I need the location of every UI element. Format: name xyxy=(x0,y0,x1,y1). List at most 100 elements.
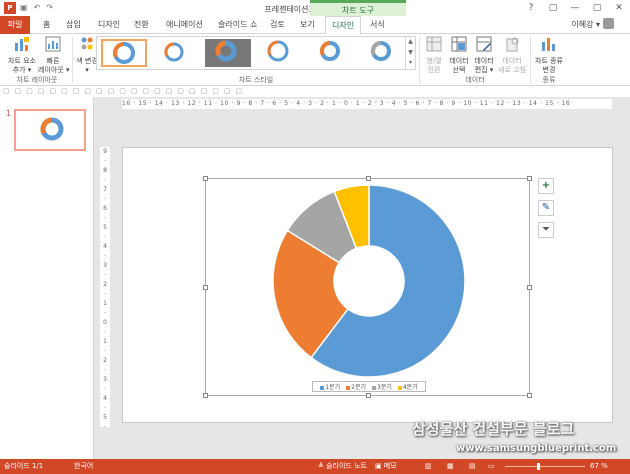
zoom-slider-handle[interactable] xyxy=(537,463,540,470)
switch-row-column-button[interactable]: 행/열 전환 xyxy=(422,36,446,75)
chart-style-6[interactable] xyxy=(361,39,403,67)
tab-file[interactable]: 파일 xyxy=(0,16,30,34)
resize-handle[interactable] xyxy=(203,176,208,181)
toolbar-icon[interactable]: ▢ xyxy=(96,86,103,97)
tab-design[interactable]: 디자인 xyxy=(98,19,120,30)
title-bar: P ▣ ↶ ↷ 프레젠테이션3 - PowerPoint 차트 도구 ? ▢ —… xyxy=(0,0,630,16)
chart-filters-button[interactable]: ⏷ xyxy=(538,222,554,238)
toolbar-icon[interactable]: ▢ xyxy=(119,86,126,97)
chart-style-5[interactable] xyxy=(309,39,355,67)
toolbar-icon[interactable]: ▢ xyxy=(236,86,243,97)
resize-handle[interactable] xyxy=(203,285,208,290)
language-indicator[interactable]: 한국어 xyxy=(74,459,93,474)
notes-button[interactable]: ≜ 슬라이드 노트 xyxy=(318,459,367,474)
slideshow-icon[interactable]: ▭ xyxy=(488,459,495,474)
chart-style-4[interactable] xyxy=(257,39,303,67)
tab-chart-design[interactable]: 디자인 xyxy=(325,16,362,35)
select-data-label: 데이터 선택 xyxy=(449,57,469,74)
legend-swatch xyxy=(346,385,351,390)
ribbon-display-icon[interactable]: ▢ xyxy=(542,0,564,16)
filter-icon: ⏷ xyxy=(542,224,550,235)
minimize-button[interactable]: — xyxy=(564,0,586,16)
toolbar-icon[interactable]: ▢ xyxy=(38,86,45,97)
tab-slideshow[interactable]: 슬라이드 쇼 xyxy=(218,19,257,30)
chart-area[interactable]: 1분기 2분기 3분기 4분기 xyxy=(203,176,532,398)
chart-style-1[interactable] xyxy=(101,39,147,67)
toolbar-icon[interactable]: ▢ xyxy=(201,86,208,97)
toolbar-icon[interactable]: ▢ xyxy=(15,86,22,97)
toolbar-icon[interactable]: ▢ xyxy=(73,86,80,97)
legend-entry[interactable]: 4분기 xyxy=(397,382,418,391)
tab-insert[interactable]: 삽입 xyxy=(66,19,81,30)
reading-view-icon[interactable]: ▤ xyxy=(469,459,476,474)
tab-home[interactable]: 홈 xyxy=(43,19,50,30)
legend-entry[interactable]: 1분기 xyxy=(320,382,340,391)
tab-animations[interactable]: 애니메이션 xyxy=(166,19,203,30)
avatar[interactable] xyxy=(603,18,614,29)
legend-entry[interactable]: 2분기 xyxy=(346,382,366,391)
add-chart-element-button[interactable]: 차트 요소 추가 ▾ xyxy=(4,36,40,75)
toolbar-icon[interactable]: ▢ xyxy=(61,86,68,97)
maximize-button[interactable]: ▢ xyxy=(586,0,608,16)
normal-view-icon[interactable]: ▥ xyxy=(425,459,432,474)
change-chart-type-button[interactable]: 차트 종류 변경 xyxy=(533,36,565,75)
zoom-level[interactable]: 67 % xyxy=(590,459,608,474)
toolbar-icon[interactable]: ▢ xyxy=(143,86,150,97)
resize-handle[interactable] xyxy=(366,176,371,181)
resize-handle[interactable] xyxy=(203,393,208,398)
quick-layout-button[interactable]: 빠른 레이아웃 ▾ xyxy=(38,36,70,75)
toolbar-icon[interactable]: ▢ xyxy=(212,86,219,97)
toolbar-icon[interactable]: ▢ xyxy=(84,86,91,97)
slide-thumbnail[interactable] xyxy=(14,109,86,151)
toolbar-icon[interactable]: ▢ xyxy=(189,86,196,97)
chart-styles-group-label: 차트 스타일 xyxy=(238,76,274,84)
doughnut-chart[interactable] xyxy=(206,179,531,397)
select-data-button[interactable]: 데이터 선택 xyxy=(447,36,471,75)
toolbar-icon[interactable]: ▢ xyxy=(50,86,57,97)
chart-legend[interactable]: 1분기 2분기 3분기 4분기 xyxy=(312,381,426,392)
tab-chart-format[interactable]: 서식 xyxy=(370,19,385,30)
refresh-data-button[interactable]: 데이터 새로 고침 xyxy=(497,36,527,75)
scroll-up-icon[interactable]: ▲ xyxy=(406,37,415,48)
resize-handle[interactable] xyxy=(527,393,532,398)
ribbon-tabs: 파일 홈 삽입 디자인 전환 애니메이션 슬라이드 쇼 검토 보기 디자인 서식… xyxy=(0,16,630,35)
switch-row-column-label: 행/열 전환 xyxy=(426,57,442,74)
toolbar-icon[interactable]: ▢ xyxy=(26,86,33,97)
toolbar-icon[interactable]: ▢ xyxy=(177,86,184,97)
legend-entry[interactable]: 3분기 xyxy=(372,382,392,391)
tab-transitions[interactable]: 전환 xyxy=(134,19,149,30)
close-button[interactable]: ✕ xyxy=(608,0,630,16)
help-icon[interactable]: ? xyxy=(520,0,542,16)
chart-style-3[interactable] xyxy=(205,39,251,67)
comments-button[interactable]: ▣ 메모 xyxy=(375,459,397,474)
more-icon[interactable]: ▾ xyxy=(406,58,415,69)
edit-data-button[interactable]: 데이터 편집 ▾ xyxy=(472,36,496,75)
resize-handle[interactable] xyxy=(527,176,532,181)
ruler-tick: 8 xyxy=(103,167,107,174)
edit-data-icon xyxy=(476,36,492,52)
change-colors-button[interactable]: 색 변경 ▾ xyxy=(76,36,98,75)
chart-style-2[interactable] xyxy=(153,39,199,67)
toolbar-icon[interactable]: ▢ xyxy=(166,86,173,97)
doughnut-style-thumb xyxy=(319,40,340,61)
toolbar-icon[interactable]: ▢ xyxy=(108,86,115,97)
switch-row-column-icon xyxy=(426,36,442,52)
slide-sorter-icon[interactable]: ▦ xyxy=(447,459,454,474)
toolbar-icon[interactable]: ▢ xyxy=(131,86,138,97)
ruler-tick: 6 xyxy=(103,205,107,212)
tab-review[interactable]: 검토 xyxy=(270,19,285,30)
add-chart-element-label: 차트 요소 추가 ▾ xyxy=(8,57,36,74)
toolbar-icon[interactable]: ▢ xyxy=(224,86,231,97)
user-name[interactable]: 이혜강 ▾ xyxy=(571,19,600,30)
resize-handle[interactable] xyxy=(366,393,371,398)
toolbar-icon[interactable]: ▢ xyxy=(3,86,10,97)
chart-elements-button[interactable]: + xyxy=(538,178,554,194)
scroll-down-icon[interactable]: ▼ xyxy=(406,48,415,59)
ruler-tick: 7 xyxy=(103,186,107,193)
resize-handle[interactable] xyxy=(527,285,532,290)
toolbar-icon[interactable]: ▢ xyxy=(154,86,161,97)
chart-styles-button[interactable]: ✎ xyxy=(538,200,554,216)
zoom-slider[interactable] xyxy=(505,466,585,467)
gallery-scroll[interactable]: ▲ ▼ ▾ xyxy=(405,37,415,69)
tab-view[interactable]: 보기 xyxy=(300,19,315,30)
